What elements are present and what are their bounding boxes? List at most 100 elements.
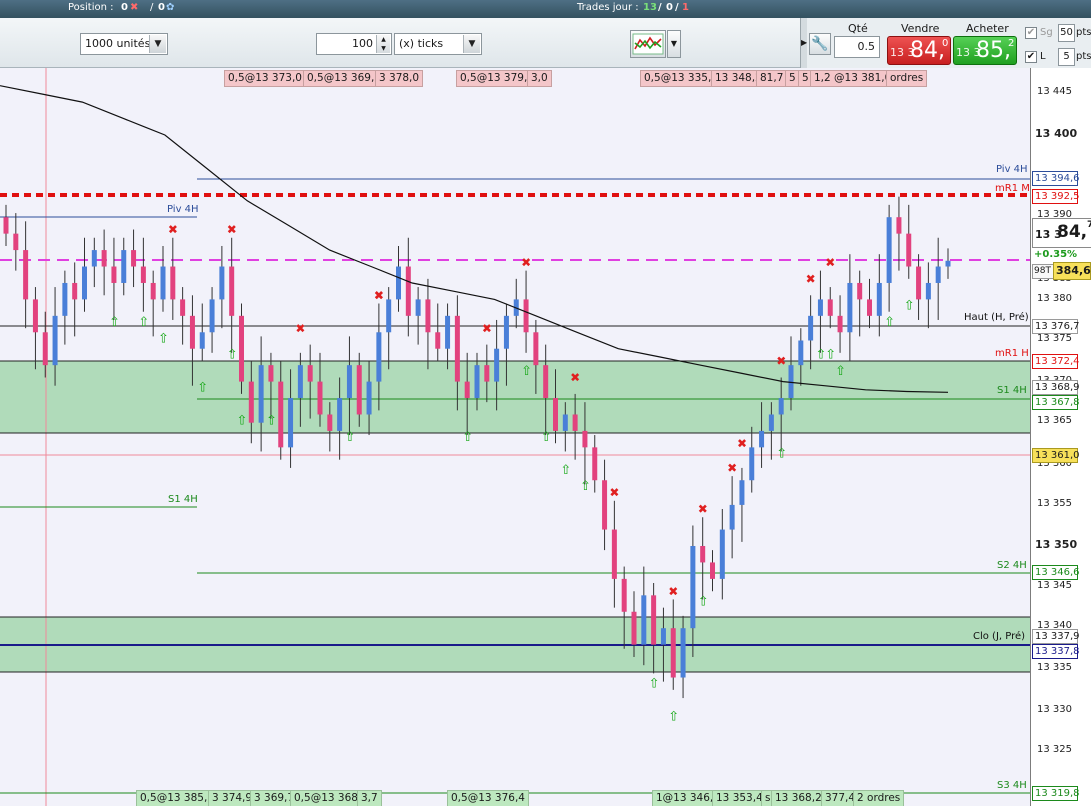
buy-signal-arrow-icon: ⇧ <box>197 381 208 396</box>
order-tag-bottom[interactable]: 0,5@13 385,3 <box>136 790 218 806</box>
candle-down <box>582 430 588 448</box>
units-value: 1000 unités <box>85 37 151 50</box>
order-tag-bottom[interactable]: 3 374,9 <box>208 790 257 806</box>
sell-signal-cross-icon: ✖ <box>806 272 816 286</box>
candle-up <box>445 315 451 349</box>
buy-signal-arrow-icon: ⇧ <box>344 430 355 445</box>
price-change: +0.35% <box>1034 249 1078 260</box>
candle-up <box>219 266 225 300</box>
candle-up <box>768 414 774 431</box>
chevron-down-icon: ▼ <box>463 35 480 53</box>
trades-label: Trades jour : <box>577 2 639 13</box>
trades-lost: 1 <box>682 2 689 13</box>
sg-pts-input[interactable]: 50 <box>1058 24 1075 42</box>
order-tag-bottom[interactable]: 0,5@13 376,4 <box>447 790 529 806</box>
sg-checkbox[interactable]: ✔ <box>1025 27 1037 39</box>
candle-up <box>337 398 343 431</box>
l-pts-input[interactable]: 5 <box>1058 48 1075 66</box>
order-tag-bottom[interactable]: 13 368,2 <box>771 790 826 806</box>
axis-tick: 13 345 <box>1037 580 1072 591</box>
buy-signal-arrow-icon: ⇧ <box>462 430 473 445</box>
candle-down <box>405 266 411 316</box>
candle-up <box>297 365 303 399</box>
settings-gear-icon[interactable]: ✿ <box>166 2 174 13</box>
sell-button[interactable]: 13 3 84, 0 <box>887 36 951 65</box>
candle-down <box>131 250 137 267</box>
candle-up <box>798 340 804 366</box>
qty-input[interactable]: 0.5 <box>834 36 880 58</box>
candle-up <box>346 365 352 399</box>
chart-canvas[interactable]: ⇧ ⇧⇧⇧⇧⇧ ⇧⇧ ⇧⇧⇧⇧⇧⇧⇧⇧⇧⇧⇧⇧⇧⇧✖ ✖✖✖✖✖✖✖✖✖✖✖✖✖✖✖ <box>0 68 1030 806</box>
candle-down <box>651 595 657 645</box>
candle-up <box>739 480 745 505</box>
price-axis[interactable]: 13 445 13 400 13 390 13 385 13 380 13 37… <box>1030 68 1091 806</box>
last-price-box: 13 3 84, 7 <box>1032 218 1091 248</box>
candle-up <box>945 260 951 267</box>
candle-down <box>631 611 637 645</box>
order-tag-bottom-count[interactable]: 2 ordres <box>853 790 905 806</box>
sell-big: 84, <box>910 38 945 63</box>
candle-down <box>278 381 284 448</box>
l-checkbox[interactable]: ✔ <box>1025 51 1037 63</box>
axis-tick: 13 380 <box>1037 293 1072 304</box>
price-tag-mr1m: 13 392,5 <box>1032 189 1080 204</box>
candle-down <box>837 315 843 333</box>
tick-value-stepper[interactable]: 100 ▲ ▼ <box>316 33 392 55</box>
price-tag-s2: 13 346,6 <box>1032 565 1080 580</box>
candle-down <box>229 266 235 316</box>
mr1-m-label: mR1 M <box>995 183 1030 194</box>
order-tag-top[interactable]: 3,0 <box>527 70 552 87</box>
axis-tick: 13 375 <box>1037 333 1072 344</box>
panel-collapse-handle[interactable]: ▶ <box>801 18 807 68</box>
candle-down <box>553 398 558 431</box>
indicator-button[interactable] <box>630 30 666 58</box>
candle-up <box>209 299 215 333</box>
sell-signal-cross-icon: ✖ <box>374 288 384 302</box>
candle-up <box>808 315 814 341</box>
order-tag-top[interactable]: 0,5@13 379,7 <box>456 70 538 87</box>
position-label: Position : <box>68 2 114 13</box>
close-position-icon[interactable]: ✖ <box>130 2 138 13</box>
price-tag-haut: 13 376,7 <box>1032 319 1080 334</box>
order-tag-top[interactable]: 81,7 <box>756 70 788 87</box>
order-tag-top[interactable]: 0,5@13 373,0 <box>224 70 306 87</box>
candle-up <box>876 282 882 316</box>
buy-button[interactable]: 13 3 85, 2 <box>953 36 1017 65</box>
candle-down <box>523 299 529 333</box>
candle-up <box>660 628 666 645</box>
candle-up <box>729 504 735 530</box>
candle-down <box>111 266 117 283</box>
candle-up <box>91 250 97 267</box>
price-chart[interactable]: ⇧ ⇧ ⇧ ⇧ ⇧ ⇧ ⇧ ⇧ ⇧ ⇧ ⇧ ⇧ ⇧ ⇧ ⇧ ⇧ ⇧ ⇧ ⇧ ⇧ ⇧ ⇧ ✖ ✖ ✖ ✖ ✖ ✖ ✖ ✖ ✖ ✖ ✖ ✖ ✖ ✖ ✖ ✖ P… <box>0 68 1030 806</box>
order-tag-top-count[interactable]: ordres <box>886 70 928 87</box>
candle-down <box>150 282 156 300</box>
buy-signal-arrow-icon: ⇧ <box>109 315 120 330</box>
buy-signal-arrow-icon: ⇧ <box>560 463 571 478</box>
buy-signal-arrow-icon: ⇧ <box>776 446 787 461</box>
price-tag-s3: 13 319,8 <box>1032 786 1080 801</box>
tick-unit-select[interactable]: (x) ticks ▼ <box>394 33 482 55</box>
order-tag-bottom[interactable]: 3,7 <box>357 790 382 806</box>
candle-up <box>494 348 500 382</box>
candle-down <box>13 233 19 251</box>
candle-down <box>101 250 107 267</box>
stepper-arrows-icon[interactable]: ▲ ▼ <box>376 35 390 53</box>
units-select[interactable]: 1000 unités ▼ <box>80 33 168 55</box>
sell-signal-cross-icon: ✖ <box>668 584 678 598</box>
candle-up <box>925 282 931 300</box>
candle-up <box>680 628 686 678</box>
candle-up <box>474 365 480 399</box>
order-tag-bottom[interactable]: 13 353,4 <box>712 790 767 806</box>
order-tag-top[interactable]: 0,5@13 369,7 <box>303 70 385 87</box>
order-tag-top[interactable]: 3 378,0 <box>375 70 424 87</box>
order-tag-top[interactable]: 0,5@13 335,3 <box>640 70 722 87</box>
candle-down <box>916 266 922 300</box>
order-tag-top[interactable]: 1,2 @13 381,0 <box>810 70 896 87</box>
candle-down <box>621 578 627 612</box>
axis-tick: 13 445 <box>1037 86 1072 97</box>
indicator-dropdown-chevron-icon[interactable]: ▼ <box>667 30 681 58</box>
wrench-icon[interactable]: 🔧 <box>809 33 831 55</box>
candle-down <box>827 299 833 316</box>
position-separator: / <box>150 2 154 13</box>
candle-down <box>140 266 146 283</box>
